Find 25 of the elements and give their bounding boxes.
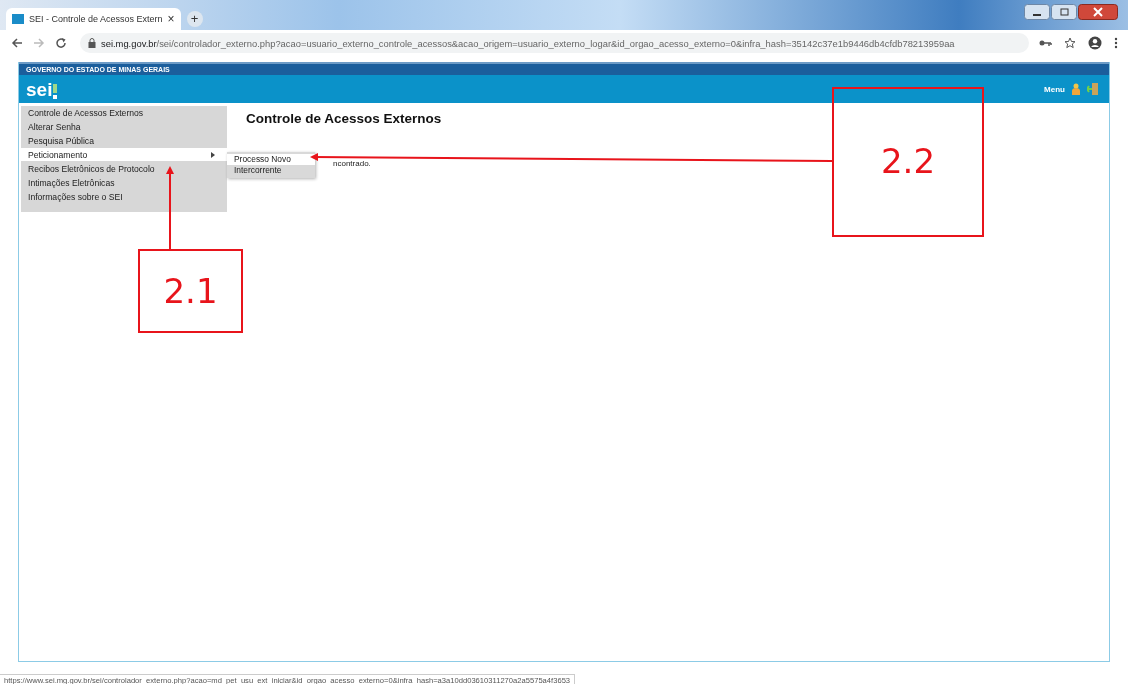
status-message: ncontrado. [333, 159, 372, 168]
logo-text[interactable]: sei [26, 79, 53, 99]
menu-link[interactable]: Menu [1044, 84, 1065, 94]
submenu-item[interactable]: Intercorrente [227, 165, 315, 176]
annotation-label: 2.1 [138, 249, 243, 333]
lock-icon [88, 38, 96, 48]
tab-title: SEI - Controle de Acessos Extern [29, 14, 163, 24]
key-icon[interactable] [1039, 39, 1052, 47]
reload-icon[interactable] [55, 37, 67, 49]
more-options-icon[interactable] [1114, 37, 1118, 49]
logo-mark-icon [53, 83, 59, 99]
account-icon[interactable] [1088, 36, 1102, 50]
new-tab-button[interactable]: + [186, 11, 203, 27]
address-bar[interactable]: sei.mg.gov.br/sei/controlador_externo.php?acao=usuario_externo_controle_acessos&acao_origem=usuario_externo_logar&id_orgao_acesso_externo=0&infra_hash=35142c37e1b9446db4cfdb78213959aa [80, 33, 1029, 53]
star-icon[interactable] [1064, 37, 1076, 49]
sidebar-menu-item[interactable]: Peticionamento [21, 148, 227, 161]
browser-tab[interactable]: SEI - Controle de Acessos Extern × [6, 8, 181, 30]
close-icon[interactable] [1078, 4, 1118, 20]
annotation-label: 2.2 [832, 87, 984, 237]
close-tab-button[interactable]: × [167, 12, 175, 26]
minimize-icon[interactable] [1024, 4, 1050, 20]
submenu-item[interactable]: Processo Novo [227, 154, 315, 165]
page-title: Controle de Acessos Externos [246, 111, 443, 126]
site-icon [12, 14, 24, 24]
back-arrow-icon[interactable] [11, 38, 23, 48]
